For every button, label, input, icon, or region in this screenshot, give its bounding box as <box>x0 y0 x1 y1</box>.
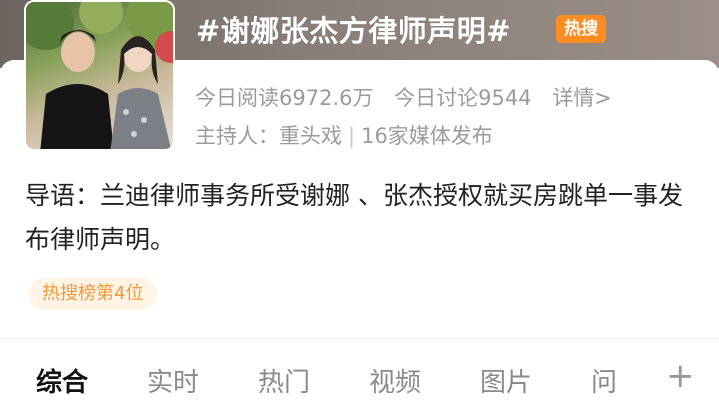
tab-divider <box>0 338 719 339</box>
detail-link[interactable]: 详情> <box>552 86 612 110</box>
tab-popular[interactable]: 热门 <box>258 362 310 399</box>
tab-images[interactable]: 图片 <box>480 362 532 399</box>
host-separator: | <box>348 124 356 148</box>
tab-realtime[interactable]: 实时 <box>147 362 199 399</box>
read-count: 今日阅读6972.6万 <box>195 86 374 110</box>
hot-badge: 热搜 <box>556 15 606 43</box>
cover-image[interactable] <box>24 0 175 151</box>
tab-bar: 综合 实时 热门 视频 图片 问 + <box>0 352 719 405</box>
topic-title: #谢娜张杰方律师声明# <box>196 14 512 48</box>
tab-questions[interactable]: 问 <box>591 362 617 399</box>
topic-intro: 导语：兰迪律师事务所受谢娜 、张杰授权就买房跳单一事发布律师声明。 <box>25 181 683 254</box>
media-count[interactable]: 16家媒体发布 <box>361 124 493 148</box>
host-name[interactable]: 重头戏 <box>279 124 342 148</box>
rank-tag[interactable]: 热搜榜第4位 <box>28 278 158 310</box>
host-label: 主持人： <box>195 124 279 148</box>
plus-icon[interactable]: + <box>666 356 695 396</box>
host-row: 主持人：重头戏 | 16家媒体发布 <box>195 120 493 150</box>
stats-row: 今日阅读6972.6万 今日讨论9544 详情> <box>195 82 612 112</box>
discussion-count: 今日讨论9544 <box>394 86 532 110</box>
tab-video[interactable]: 视频 <box>369 362 421 399</box>
tab-comprehensive[interactable]: 综合 <box>36 362 88 399</box>
